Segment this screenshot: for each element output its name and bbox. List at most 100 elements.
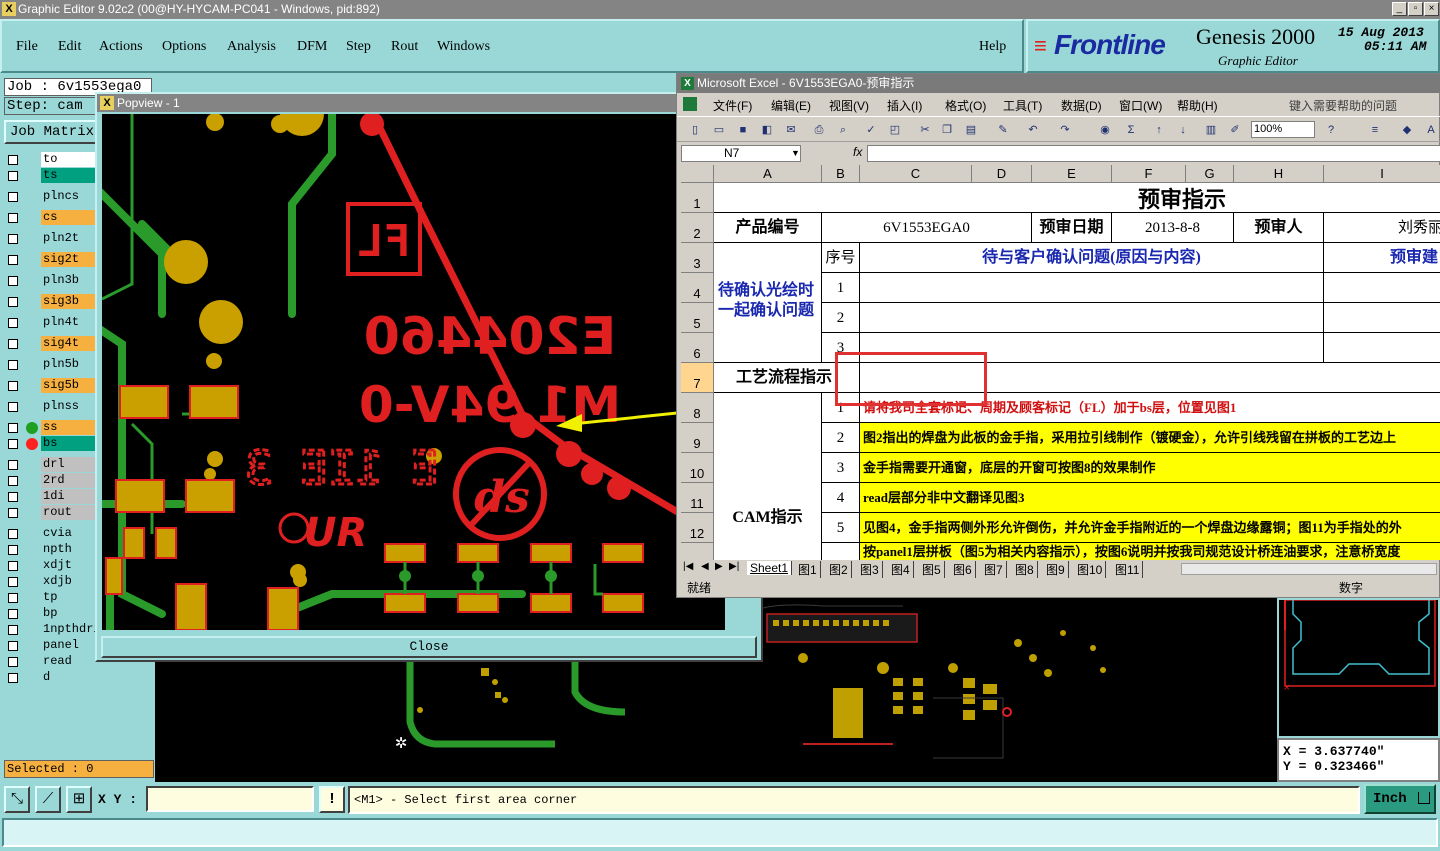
tab-scroll-next-icon[interactable]: ▶	[715, 561, 723, 572]
alert-icon[interactable]: !	[319, 786, 345, 813]
column-header[interactable]: E	[1032, 165, 1112, 183]
font-color-icon[interactable]: A	[1423, 122, 1439, 138]
layer-checkbox[interactable]	[8, 255, 18, 265]
menu-help[interactable]: Help	[979, 39, 1006, 55]
drawing-icon[interactable]: ✐	[1227, 122, 1243, 138]
pending-cell[interactable]	[860, 303, 1324, 333]
row-header[interactable]: 1	[681, 183, 714, 213]
tab-scroll-last-icon[interactable]: ▶|	[729, 561, 739, 572]
layer-checkbox[interactable]	[8, 155, 18, 165]
worksheet-grid[interactable]: A B C D E F G H I 1 2 3 4 5 6 7 8 9 10 1…	[681, 165, 1440, 560]
sort-desc-icon[interactable]: ↓	[1175, 122, 1191, 138]
layer-checkbox[interactable]	[8, 577, 18, 587]
excel-menu-tools[interactable]: 工具(T)	[1003, 97, 1042, 114]
excel-menu-edit[interactable]: 编辑(E)	[771, 97, 811, 114]
sort-asc-icon[interactable]: ↑	[1151, 122, 1167, 138]
row-header[interactable]: 4	[681, 273, 714, 303]
cam-item[interactable]: 金手指需要开通窗，底层的开窗可按图8的效果制作	[860, 453, 1440, 483]
sheet-tab[interactable]: 图2	[826, 561, 852, 578]
layer-checkbox[interactable]	[8, 318, 18, 328]
excel-help-search[interactable]: 键入需要帮助的问题	[1289, 97, 1397, 114]
seq-cell[interactable]: 2	[822, 303, 860, 333]
sheet-tab[interactable]: 图4	[888, 561, 914, 578]
column-header[interactable]: A	[714, 165, 822, 183]
excel-menu-insert[interactable]: 插入(I)	[887, 97, 922, 114]
research-icon[interactable]: ◰	[887, 122, 903, 138]
open-icon[interactable]: ▭	[711, 122, 727, 138]
row-header[interactable]	[681, 543, 714, 560]
popview-close-button[interactable]: Close	[101, 636, 757, 658]
layer-checkbox[interactable]	[8, 439, 18, 449]
pending-cell[interactable]	[860, 273, 1324, 303]
sheet-tab[interactable]: 图9	[1043, 561, 1069, 578]
sheet-tab[interactable]: 图11	[1112, 561, 1144, 578]
units-button[interactable]: Inch	[1364, 784, 1436, 814]
sheet-tab[interactable]: 图7	[981, 561, 1007, 578]
excel-menu-format[interactable]: 格式(O)	[945, 97, 986, 114]
row-header[interactable]: 5	[681, 303, 714, 333]
excel-menu-view[interactable]: 视图(V)	[829, 97, 869, 114]
layer-checkbox[interactable]	[8, 673, 18, 683]
column-header[interactable]: G	[1186, 165, 1234, 183]
name-box[interactable]: N7	[681, 145, 801, 162]
row-header[interactable]: 10	[681, 453, 714, 483]
menu-windows[interactable]: Windows	[437, 39, 490, 55]
close-window-button[interactable]: ×	[1424, 2, 1439, 16]
column-header[interactable]: D	[972, 165, 1032, 183]
cam-label[interactable]: CAM指示	[714, 393, 822, 560]
layer-checkbox[interactable]	[8, 297, 18, 307]
layer-checkbox[interactable]	[8, 339, 18, 349]
layer-checkbox[interactable]	[8, 234, 18, 244]
excel-menu-window[interactable]: 窗口(W)	[1119, 97, 1162, 114]
sheet-tab[interactable]: Sheet1	[747, 561, 793, 575]
cam-item[interactable]: 按panel1层拼板（图5为相关内容指示），按图6说明并按我司规范设计桥连油要求…	[860, 543, 1440, 560]
cam-item[interactable]: 见图4，金手指两侧外形允许倒伤，并允许金手指附近的一个焊盘边缘露铜；图11为手指…	[860, 513, 1440, 543]
layer-checkbox[interactable]	[8, 171, 18, 181]
horizontal-scrollbar[interactable]	[1181, 563, 1437, 575]
sheet-tab[interactable]: 图10	[1074, 561, 1107, 578]
menu-edit[interactable]: Edit	[58, 39, 81, 55]
sheet-tab[interactable]: 图3	[857, 561, 883, 578]
layer-checkbox[interactable]	[8, 609, 18, 619]
chart-icon[interactable]: ▥	[1203, 122, 1219, 138]
menu-actions[interactable]: Actions	[99, 39, 143, 55]
layer-checkbox[interactable]	[8, 360, 18, 370]
print-preview-icon[interactable]: ⌕	[835, 122, 851, 138]
row-header[interactable]: 2	[681, 213, 714, 243]
select-all-corner[interactable]	[681, 165, 714, 183]
permission-icon[interactable]: ◧	[759, 122, 775, 138]
new-icon[interactable]: ▯	[687, 122, 703, 138]
board-canvas-main[interactable]	[763, 598, 1277, 782]
layer-name[interactable]: d	[41, 670, 124, 685]
minimap[interactable]: ×	[1277, 598, 1440, 738]
cam-seq[interactable]: 5	[822, 513, 860, 543]
sheet-tab[interactable]: 图8	[1012, 561, 1038, 578]
hyperlink-icon[interactable]: ◉	[1097, 122, 1113, 138]
print-icon[interactable]: ⎙	[811, 122, 827, 138]
row-header[interactable]: 3	[681, 243, 714, 273]
cam-item[interactable]: read层部分非中文翻译见图3	[860, 483, 1440, 513]
layer-checkbox[interactable]	[8, 423, 18, 433]
layer-checkbox[interactable]	[8, 561, 18, 571]
layer-checkbox[interactable]	[8, 213, 18, 223]
sheet-tab[interactable]: 图5	[919, 561, 945, 578]
menu-dfm[interactable]: DFM	[297, 39, 327, 55]
menu-options[interactable]: Options	[162, 39, 206, 55]
menu-file[interactable]: File	[16, 39, 38, 55]
sheet-tab[interactable]: 图1	[795, 561, 821, 578]
layer-checkbox[interactable]	[8, 625, 18, 635]
popview-board-view[interactable]: FL E204460 M1 94V-0 E 1IE 3 UR ds	[102, 114, 725, 630]
row-header[interactable]: 6	[681, 333, 714, 363]
date-label[interactable]: 预审日期	[1032, 213, 1112, 243]
copy-icon[interactable]: ❐	[939, 122, 955, 138]
snap-icon[interactable]: ⟋	[35, 786, 61, 813]
layer-row-d[interactable]: d	[4, 670, 124, 686]
layer-checkbox[interactable]	[8, 508, 18, 518]
sheet-title[interactable]: 预审指示	[714, 183, 1440, 213]
reviewer-label[interactable]: 预审人	[1234, 213, 1324, 243]
product-label[interactable]: 产品编号	[714, 213, 822, 243]
grid-icon[interactable]: ⊞	[66, 786, 92, 813]
excel-menu-data[interactable]: 数据(D)	[1061, 97, 1102, 114]
layer-checkbox[interactable]	[8, 460, 18, 470]
layer-checkbox[interactable]	[8, 529, 18, 539]
